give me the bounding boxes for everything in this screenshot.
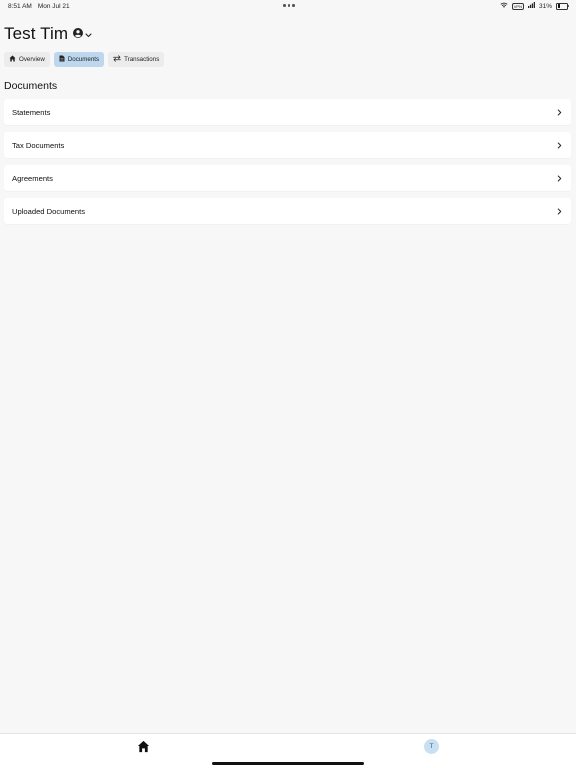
- list-item-statements[interactable]: Statements: [4, 99, 571, 125]
- tab-transactions[interactable]: Transactions: [108, 52, 165, 67]
- list-item-agreements[interactable]: Agreements: [4, 165, 571, 191]
- tab-documents[interactable]: Documents: [53, 52, 105, 67]
- status-left: 8:51 AM Mon Jul 21: [8, 3, 70, 10]
- tab-bar: Overview Documents Transactions: [4, 52, 165, 67]
- account-switcher[interactable]: [73, 25, 92, 43]
- list-item-tax-documents[interactable]: Tax Documents: [4, 132, 571, 158]
- section-title: Documents: [4, 80, 58, 92]
- avatar[interactable]: T: [424, 739, 439, 754]
- list-item-label: Uploaded Documents: [12, 206, 86, 216]
- documents-list: Statements Tax Documents Agreements Uplo…: [4, 99, 571, 231]
- status-right: VPN 31%: [500, 2, 569, 10]
- chevron-right-icon: [557, 169, 562, 187]
- swap-arrows-icon: [113, 55, 121, 64]
- vpn-badge: VPN: [511, 2, 524, 10]
- tab-overview[interactable]: Overview: [4, 52, 50, 67]
- home-icon: [137, 740, 150, 757]
- battery-level: [557, 4, 561, 8]
- battery-percent: 31%: [538, 2, 552, 10]
- tab-documents-label: Documents: [67, 56, 100, 63]
- home-nav-button[interactable]: [137, 740, 150, 758]
- list-item-uploaded-documents[interactable]: Uploaded Documents: [4, 198, 571, 224]
- chevron-down-icon: [85, 25, 92, 43]
- tab-transactions-label: Transactions: [124, 56, 160, 63]
- document-icon: [59, 55, 65, 64]
- bottom-tab-bar: T: [0, 733, 576, 768]
- home-icon: [9, 55, 16, 64]
- list-item-label: Tax Documents: [12, 140, 65, 150]
- list-item-label: Agreements: [12, 173, 53, 183]
- multitasking-dots-icon[interactable]: [283, 4, 295, 7]
- tab-overview-label: Overview: [19, 56, 45, 63]
- home-indicator[interactable]: [212, 762, 364, 765]
- user-circle-icon: [73, 25, 84, 43]
- chevron-right-icon: [557, 136, 562, 154]
- page-header: Test Tim: [4, 24, 92, 44]
- list-item-label: Statements: [12, 107, 51, 117]
- page-title: Test Tim: [4, 24, 69, 43]
- chevron-right-icon: [557, 103, 562, 121]
- chevron-right-icon: [557, 202, 562, 220]
- wifi-icon: [500, 2, 508, 10]
- status-date: Mon Jul 21: [37, 3, 70, 10]
- cellular-signal-icon: [527, 2, 535, 10]
- status-time: 8:51 AM: [8, 3, 32, 10]
- status-bar: 8:51 AM Mon Jul 21 VPN 31%: [0, 0, 576, 12]
- battery-icon: [556, 2, 569, 10]
